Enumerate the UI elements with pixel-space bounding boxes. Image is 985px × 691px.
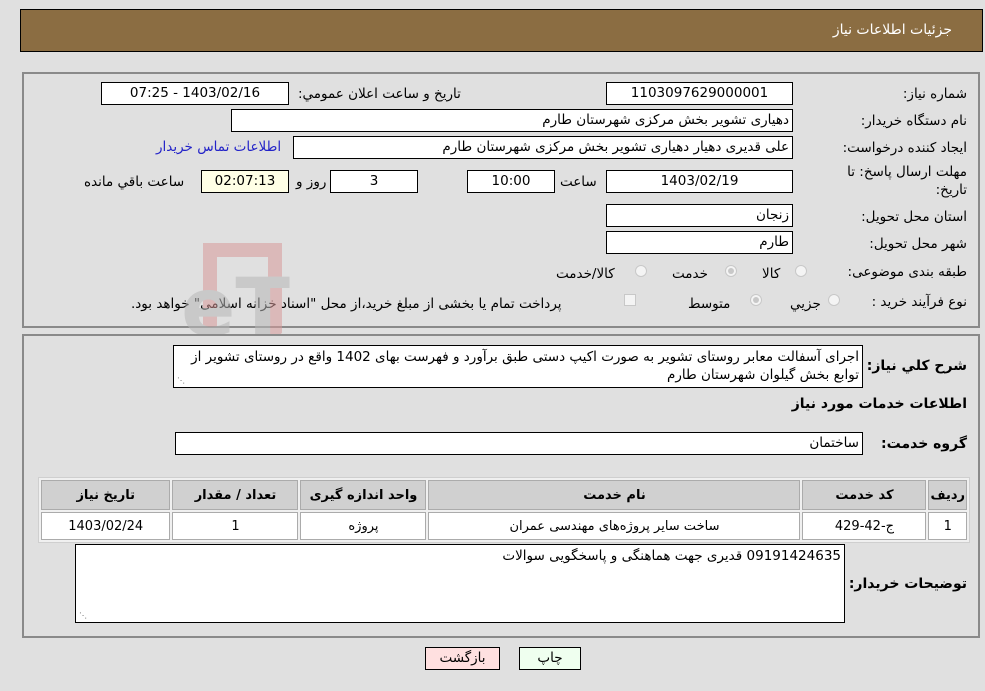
purchase-type-radio-small[interactable] — [828, 294, 840, 306]
service-group-label: گروه خدمت: — [881, 436, 967, 452]
announce-datetime-field: 1403/02/16 - 07:25 — [101, 82, 289, 105]
category-option-goods: کالا — [762, 266, 781, 282]
service-group-field: ساختمان — [175, 432, 863, 455]
col-quantity: تعداد / مقدار — [172, 480, 299, 510]
treasury-checkbox[interactable] — [624, 294, 636, 306]
col-unit: واحد اندازه گیری — [300, 480, 427, 510]
description-label: شرح کلي نياز: — [866, 358, 967, 374]
requester-field: علی قدیری دهیار دهیاری تشویر بخش مرکزی ش… — [293, 136, 793, 159]
description-text: اجرای آسفالت معابر روستای تشویر به صورت … — [191, 349, 859, 383]
buyer-notes-textarea[interactable]: 09191424635 قدیری جهت هماهنگی و پاسخگویی… — [75, 544, 845, 623]
page-title: جزئیات اطلاعات نیاز — [832, 22, 952, 38]
cell-service-name: ساخت سایر پروژه‌های مهندسی عمران — [428, 512, 801, 540]
buyer-org-field: دهیاری تشویر بخش مرکزی شهرستان طارم — [231, 109, 793, 132]
purchase-type-label: نوع فرآیند خرید : — [871, 294, 967, 310]
print-button[interactable]: چاپ — [519, 647, 581, 670]
col-service-name: نام خدمت — [428, 480, 801, 510]
deadline-time-field: 10:00 — [467, 170, 555, 193]
purchase-type-option-small: جزيي — [790, 296, 821, 312]
category-option-goods-service: کالا/خدمت — [556, 266, 615, 282]
province-label: استان محل تحویل: — [861, 209, 967, 225]
buyer-org-label: نام دستگاه خريدار: — [860, 113, 967, 129]
category-radio-goods[interactable] — [795, 265, 807, 277]
cell-service-code: ج-42-429 — [802, 512, 927, 540]
purchase-type-radio-medium[interactable] — [750, 294, 762, 306]
services-section-title: اطلاعات خدمات مورد نياز — [791, 396, 967, 412]
city-field: طارم — [606, 231, 793, 254]
days-label: روز و — [296, 174, 327, 190]
buyer-notes-label: توضيحات خريدار: — [848, 576, 967, 592]
deadline-date-field: 1403/02/19 — [606, 170, 793, 193]
city-label: شهر محل تحویل: — [869, 236, 967, 252]
treasury-note: پرداخت تمام یا بخشی از مبلغ خرید،از محل … — [131, 296, 562, 312]
need-number-label: شماره نیاز: — [902, 86, 967, 102]
back-button[interactable]: بازگشت — [425, 647, 500, 670]
category-radio-service[interactable] — [725, 265, 737, 277]
col-service-code: کد خدمت — [802, 480, 927, 510]
table-row: 1 ج-42-429 ساخت سایر پروژه‌های مهندسی عم… — [41, 512, 967, 540]
col-need-date: تاريخ نياز — [41, 480, 171, 510]
cell-quantity: 1 — [172, 512, 299, 540]
announce-datetime-label: تاریخ و ساعت اعلان عمومي: — [298, 86, 461, 102]
cell-need-date: 1403/02/24 — [41, 512, 171, 540]
buyer-notes-text: 09191424635 قدیری جهت هماهنگی و پاسخگویی… — [502, 548, 841, 564]
buyer-contact-link[interactable]: اطلاعات تماس خريدار — [156, 139, 281, 155]
services-table: رديف کد خدمت نام خدمت واحد اندازه گیری ت… — [38, 477, 970, 543]
cell-row-number: 1 — [928, 512, 967, 540]
resize-grip-icon[interactable]: ⋰ — [79, 612, 87, 620]
province-field: زنجان — [606, 204, 793, 227]
remaining-days-field: 3 — [330, 170, 418, 193]
category-label: طبقه بندی موضوعی: — [847, 264, 967, 280]
deadline-time-label: ساعت — [560, 174, 597, 190]
cell-unit: پروژه — [300, 512, 427, 540]
requester-label: ايجاد کننده درخواست: — [842, 140, 967, 156]
remaining-time-label: ساعت باقي مانده — [84, 174, 185, 190]
col-row-number: رديف — [928, 480, 967, 510]
remaining-time-field: 02:07:13 — [201, 170, 289, 193]
category-radio-goods-service[interactable] — [635, 265, 647, 277]
description-textarea[interactable]: اجرای آسفالت معابر روستای تشویر به صورت … — [173, 345, 863, 388]
services-table-header: رديف کد خدمت نام خدمت واحد اندازه گیری ت… — [41, 480, 967, 510]
purchase-type-option-medium: متوسط — [688, 296, 731, 312]
deadline-label-line1: مهلت ارسال پاسخ: تا — [847, 164, 967, 180]
deadline-label-line2: تاريخ: — [935, 182, 967, 198]
resize-grip-icon[interactable]: ⋰ — [177, 377, 185, 385]
need-number-field: 1103097629000001 — [606, 82, 793, 105]
page-header: جزئیات اطلاعات نیاز — [20, 9, 983, 52]
category-option-service: خدمت — [672, 266, 708, 282]
